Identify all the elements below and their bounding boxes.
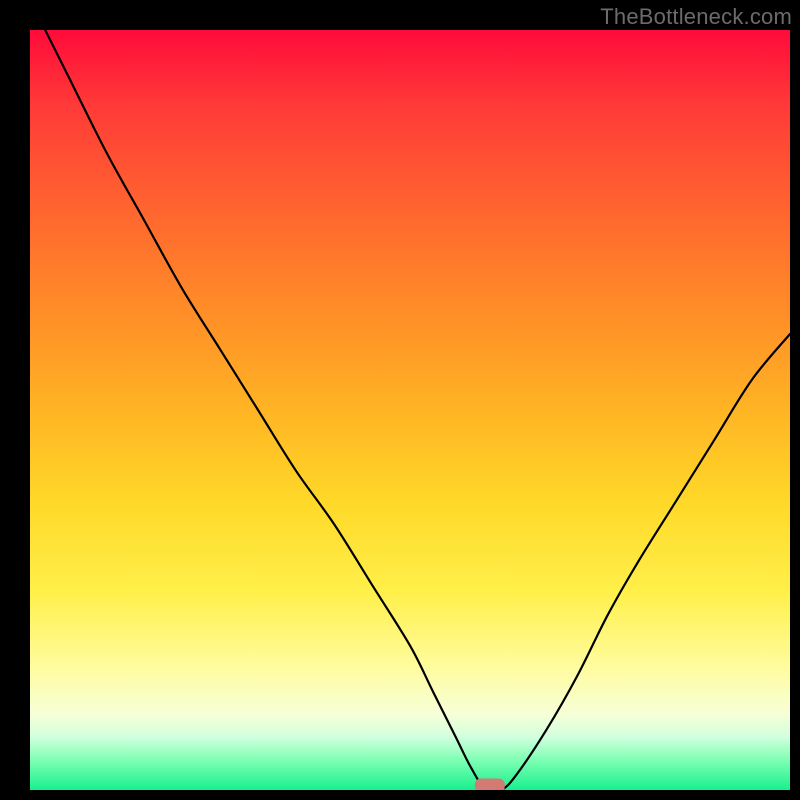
plot-area	[30, 30, 790, 790]
curve-svg	[30, 30, 790, 790]
bottleneck-curve	[45, 30, 790, 790]
chart-frame: TheBottleneck.com	[0, 0, 800, 800]
minimum-marker-icon	[475, 778, 505, 790]
watermark-text: TheBottleneck.com	[600, 4, 792, 30]
